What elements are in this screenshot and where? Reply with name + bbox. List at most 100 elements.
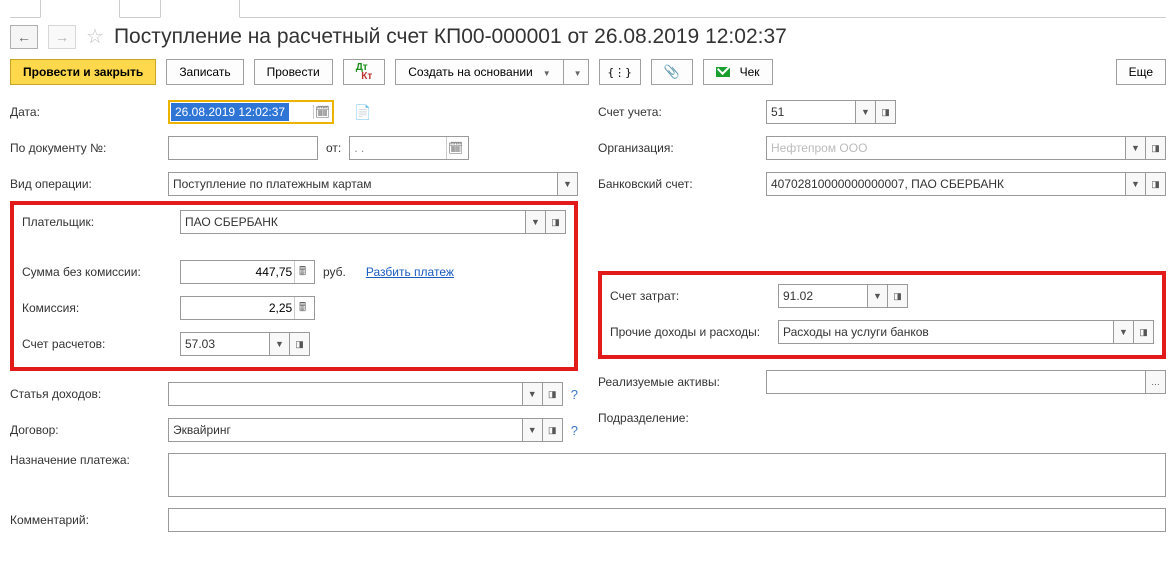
create-based-label: Создать на основании xyxy=(408,65,533,79)
dropdown-button[interactable]: ▼ xyxy=(1126,172,1146,196)
currency-label: руб. xyxy=(323,265,346,279)
highlight-box-right: Счет затрат: 91.02 ▼ ◨ Прочие доходы и р… xyxy=(598,271,1166,359)
label-doc-no: По документу №: xyxy=(10,141,160,155)
label-realized-assets: Реализуемые активы: xyxy=(598,375,758,389)
label-fee: Комиссия: xyxy=(22,301,172,315)
cost-acc-value: 91.02 xyxy=(783,289,813,303)
post-button[interactable]: Провести xyxy=(254,59,333,85)
dropdown-button[interactable]: ▼ xyxy=(856,100,876,124)
op-type-value: Поступление по платежным картам xyxy=(173,177,372,191)
toolbar: Провести и закрыть Записать Провести Дт … xyxy=(10,59,1166,99)
dropdown-button[interactable]: ▼ xyxy=(868,284,888,308)
dropdown-button[interactable]: ▼ xyxy=(558,172,578,196)
doc-no-input[interactable] xyxy=(168,136,318,160)
date-field-highlight: 26.08.2019 12:02:37 🗓 xyxy=(168,100,334,124)
date-value: 26.08.2019 12:02:37 xyxy=(171,103,289,121)
contract-select[interactable]: Эквайринг xyxy=(168,418,523,442)
create-based-extra-button[interactable] xyxy=(564,59,589,85)
label-op-type: Вид операции: xyxy=(10,177,160,191)
purpose-textarea[interactable] xyxy=(168,453,1166,497)
open-button[interactable]: … xyxy=(1146,370,1166,394)
create-based-button[interactable]: Создать на основании xyxy=(395,59,563,85)
open-button[interactable]: ◨ xyxy=(1134,320,1154,344)
dropdown-button[interactable]: ▼ xyxy=(1114,320,1134,344)
ledger-value: 51 xyxy=(771,105,784,119)
page-title: Поступление на расчетный счет КП00-00000… xyxy=(114,25,787,49)
help-icon[interactable]: ? xyxy=(571,423,578,438)
payer-select[interactable]: ПАО СБЕРБАНК xyxy=(180,210,526,234)
label-org: Организация: xyxy=(598,141,758,155)
dropdown-button[interactable]: ▼ xyxy=(523,418,543,442)
op-type-select[interactable]: Поступление по платежным картам xyxy=(168,172,558,196)
open-button[interactable]: ◨ xyxy=(543,418,563,442)
dropdown-button[interactable]: ▼ xyxy=(523,382,543,406)
dropdown-button[interactable]: ▼ xyxy=(270,332,290,356)
more-label: Еще xyxy=(1129,65,1153,79)
realized-assets-select[interactable] xyxy=(766,370,1146,394)
forward-button[interactable]: → xyxy=(48,25,76,49)
fee-input[interactable]: 🖩 xyxy=(180,296,315,320)
income-art-select[interactable] xyxy=(168,382,523,406)
open-button[interactable]: ◨ xyxy=(1146,136,1166,160)
bank-acc-select[interactable]: 40702810000000000007, ПАО СБЕРБАНК xyxy=(766,172,1126,196)
tab-strip xyxy=(10,0,1166,18)
doc-date-value: . . xyxy=(354,141,446,155)
bank-acc-value: 40702810000000000007, ПАО СБЕРБАНК xyxy=(771,177,1004,191)
dtkt-icon: Дт Кт xyxy=(356,63,373,81)
check-label: Чек xyxy=(740,65,760,79)
dropdown-button[interactable]: ▼ xyxy=(526,210,546,234)
label-ledger: Счет учета: xyxy=(598,105,758,119)
open-button[interactable]: ◨ xyxy=(876,100,896,124)
chevron-down-icon xyxy=(539,65,551,79)
split-payment-link[interactable]: Разбить платеж xyxy=(366,265,454,279)
label-from: от: xyxy=(326,141,341,155)
calculator-icon[interactable]: 🖩 xyxy=(294,297,310,319)
label-purpose: Назначение платежа: xyxy=(10,453,160,467)
open-button[interactable]: ◨ xyxy=(543,382,563,406)
structure-icon: {⋮} xyxy=(612,64,628,80)
favorite-star-icon[interactable]: ☆ xyxy=(86,24,104,49)
date-input[interactable]: 26.08.2019 12:02:37 🗓 xyxy=(171,103,331,121)
open-button[interactable]: ◨ xyxy=(546,210,566,234)
org-value: Нефтепром ООО xyxy=(771,141,867,155)
settle-acc-value: 57.03 xyxy=(185,337,215,351)
settle-acc-select[interactable]: 57.03 xyxy=(180,332,270,356)
more-button[interactable]: Еще xyxy=(1116,59,1166,85)
ledger-select[interactable]: 51 xyxy=(766,100,856,124)
dtkt-button[interactable]: Дт Кт xyxy=(343,59,386,85)
structure-button[interactable]: {⋮} xyxy=(599,59,641,85)
attachments-button[interactable] xyxy=(651,59,693,85)
comment-input[interactable] xyxy=(168,508,1166,532)
doc-date-input[interactable]: . . 🗓 xyxy=(349,136,469,160)
label-payer: Плательщик: xyxy=(22,215,172,229)
paperclip-icon xyxy=(664,64,680,80)
label-sum-no-fee: Сумма без комиссии: xyxy=(22,265,172,279)
chevron-down-icon xyxy=(570,65,582,79)
save-button[interactable]: Записать xyxy=(166,59,243,85)
label-cost-acc: Счет затрат: xyxy=(610,289,770,303)
tab[interactable] xyxy=(40,0,120,18)
post-and-close-button[interactable]: Провести и закрыть xyxy=(10,59,156,85)
sum-no-fee-input[interactable]: 🖩 xyxy=(180,260,315,284)
label-date: Дата: xyxy=(10,105,160,119)
dropdown-button[interactable]: ▼ xyxy=(1126,136,1146,160)
calculator-icon[interactable]: 🖩 xyxy=(294,261,310,283)
label-other-inc-exp: Прочие доходы и расходы: xyxy=(610,325,770,339)
other-inc-exp-value: Расходы на услуги банков xyxy=(783,325,929,339)
cost-acc-select[interactable]: 91.02 xyxy=(778,284,868,308)
org-select[interactable]: Нефтепром ООО xyxy=(766,136,1126,160)
help-icon[interactable]: ? xyxy=(571,387,578,402)
open-button[interactable]: ◨ xyxy=(888,284,908,308)
open-button[interactable]: ◨ xyxy=(1146,172,1166,196)
tab[interactable] xyxy=(160,0,240,18)
back-button[interactable]: ← xyxy=(10,25,38,49)
open-button[interactable]: ◨ xyxy=(290,332,310,356)
label-division: Подразделение: xyxy=(598,411,758,425)
other-inc-exp-select[interactable]: Расходы на услуги банков xyxy=(778,320,1114,344)
calendar-icon[interactable]: 🗓 xyxy=(446,137,464,159)
calendar-icon[interactable]: 🗓 xyxy=(313,105,331,119)
send-icon[interactable]: 📄 xyxy=(354,104,371,121)
contract-value: Эквайринг xyxy=(173,423,231,437)
label-comment: Комментарий: xyxy=(10,513,160,527)
check-button[interactable]: Чек xyxy=(703,59,773,85)
